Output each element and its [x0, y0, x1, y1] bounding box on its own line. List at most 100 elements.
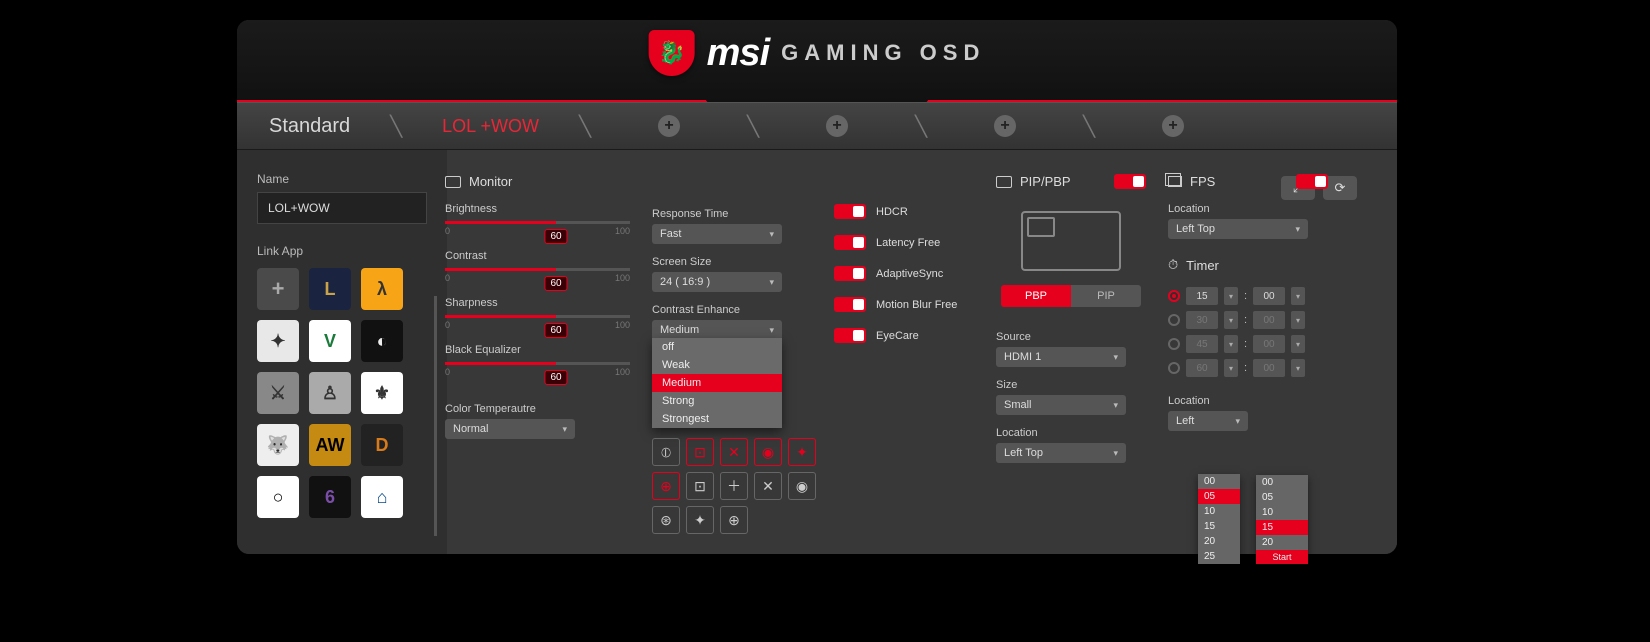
timer-radio[interactable] — [1168, 290, 1180, 302]
dropdown-option[interactable]: 25 — [1198, 549, 1240, 564]
crosshair-opt[interactable]: ⊡ — [686, 472, 714, 500]
dropdown-option[interactable]: 15 — [1198, 519, 1240, 534]
timer-radio[interactable] — [1168, 338, 1180, 350]
timer-start-button[interactable]: Start — [1256, 550, 1308, 564]
screen-size-select[interactable]: 24 ( 16:9 )▾ — [652, 272, 782, 292]
crosshair-opt[interactable]: ✦ — [788, 438, 816, 466]
timer-minutes[interactable]: 60 — [1186, 359, 1218, 377]
fps-toggle[interactable] — [1296, 174, 1328, 189]
pip-location-select[interactable]: Left Top▾ — [996, 443, 1126, 463]
app-icon[interactable]: ○ — [257, 476, 299, 518]
motion-blur-toggle[interactable] — [834, 297, 866, 312]
app-icon[interactable]: ⌂ — [361, 476, 403, 518]
crosshair-opt[interactable]: ⊛ — [652, 506, 680, 534]
chevron-down-icon[interactable]: ▾ — [1224, 359, 1238, 377]
tab-standard[interactable]: Standard — [237, 103, 382, 149]
reset-button[interactable]: ⟳ — [1323, 176, 1357, 200]
crosshair-none[interactable]: ⦶ — [652, 438, 680, 466]
dropdown-option[interactable]: Weak — [652, 356, 782, 374]
tab-add-3[interactable]: + — [935, 103, 1075, 149]
app-icon[interactable]: 🐺 — [257, 424, 299, 466]
brightness-slider[interactable]: Brightness 60 0100 — [445, 203, 630, 236]
chevron-down-icon[interactable]: ▾ — [1224, 311, 1238, 329]
scrollbar[interactable] — [434, 296, 437, 536]
dropdown-option[interactable]: 00 — [1256, 475, 1308, 490]
profile-name-input[interactable] — [257, 192, 427, 224]
timer-seconds[interactable]: 00 — [1253, 335, 1285, 353]
hdcr-toggle[interactable] — [834, 204, 866, 219]
sharpness-slider[interactable]: Sharpness 60 0100 — [445, 297, 630, 330]
fps-location-select[interactable]: Left Top▾ — [1168, 219, 1308, 239]
timer-seconds-dropdown[interactable]: 00 05 10 15 20 Start — [1256, 475, 1308, 564]
dropdown-option[interactable]: 10 — [1256, 505, 1308, 520]
app-icon[interactable]: ◐ — [361, 320, 403, 362]
crosshair-opt[interactable]: ✦ — [686, 506, 714, 534]
seg-pip[interactable]: PIP — [1071, 285, 1141, 307]
crosshair-opt[interactable]: ◉ — [754, 438, 782, 466]
app-icon[interactable]: ♙ — [309, 372, 351, 414]
timer-radio[interactable] — [1168, 314, 1180, 326]
add-app-button[interactable]: + — [257, 268, 299, 310]
tab-add-1[interactable]: + — [599, 103, 739, 149]
contrast-enhance-dropdown[interactable]: off Weak Medium Strong Strongest — [652, 338, 782, 428]
tab-add-2[interactable]: + — [767, 103, 907, 149]
timer-seconds[interactable]: 00 — [1253, 359, 1285, 377]
timer-minutes[interactable]: 15 — [1186, 287, 1218, 305]
contrast-enhance-select[interactable]: Medium▾ — [652, 320, 782, 340]
crosshair-opt[interactable]: ✕ — [720, 438, 748, 466]
pbp-pip-segment[interactable]: PBP PIP — [1001, 285, 1141, 307]
timer-seconds[interactable]: 00 — [1253, 287, 1285, 305]
chevron-down-icon[interactable]: ▾ — [1291, 287, 1305, 305]
dropdown-option-selected[interactable]: Medium — [652, 374, 782, 392]
dropdown-option[interactable]: 20 — [1256, 535, 1308, 550]
dropdown-option[interactable]: Strongest — [652, 410, 782, 428]
adaptive-sync-toggle[interactable] — [834, 266, 866, 281]
dropdown-option-selected[interactable]: 05 — [1198, 489, 1240, 504]
contrast-slider[interactable]: Contrast 60 0100 — [445, 250, 630, 283]
color-temp-select[interactable]: Normal▾ — [445, 419, 575, 439]
dropdown-option[interactable]: 05 — [1256, 490, 1308, 505]
pip-source-select[interactable]: HDMI 1▾ — [996, 347, 1126, 367]
chevron-down-icon[interactable]: ▾ — [1224, 287, 1238, 305]
response-time-select[interactable]: Fast▾ — [652, 224, 782, 244]
tab-add-4[interactable]: + — [1103, 103, 1243, 149]
latency-free-toggle[interactable] — [834, 235, 866, 250]
tab-active-profile[interactable]: LOL +WOW — [410, 103, 571, 149]
dropdown-option-selected[interactable]: 15 — [1256, 520, 1308, 535]
eyecare-toggle[interactable] — [834, 328, 866, 343]
pip-toggle[interactable] — [1114, 174, 1146, 189]
crosshair-opt[interactable]: ⊡ — [686, 438, 714, 466]
timer-minutes[interactable]: 45 — [1186, 335, 1218, 353]
app-icon[interactable]: D — [361, 424, 403, 466]
app-icon[interactable]: ✦ — [257, 320, 299, 362]
app-icon[interactable]: V — [309, 320, 351, 362]
dropdown-option[interactable]: 10 — [1198, 504, 1240, 519]
pip-layout-preview[interactable] — [1021, 211, 1121, 271]
chevron-down-icon[interactable]: ▾ — [1291, 335, 1305, 353]
timer-minutes[interactable]: 30 — [1186, 311, 1218, 329]
app-icon[interactable]: 6 — [309, 476, 351, 518]
timer-location-select[interactable]: Left▾ — [1168, 411, 1248, 431]
timer-radio[interactable] — [1168, 362, 1180, 374]
crosshair-opt[interactable]: ＋ — [720, 472, 748, 500]
dropdown-option[interactable]: 00 — [1198, 474, 1240, 489]
app-icon[interactable]: L — [309, 268, 351, 310]
chevron-down-icon[interactable]: ▾ — [1291, 311, 1305, 329]
app-icon[interactable]: λ — [361, 268, 403, 310]
chevron-down-icon[interactable]: ▾ — [1291, 359, 1305, 377]
dropdown-option[interactable]: off — [652, 338, 782, 356]
dropdown-option[interactable]: 20 — [1198, 534, 1240, 549]
timer-minutes-dropdown[interactable]: 00 05 10 15 20 25 — [1198, 474, 1240, 564]
chevron-down-icon[interactable]: ▾ — [1224, 335, 1238, 353]
app-icon[interactable]: ⚔ — [257, 372, 299, 414]
crosshair-opt[interactable]: ◉ — [788, 472, 816, 500]
timer-seconds[interactable]: 00 — [1253, 311, 1285, 329]
crosshair-opt[interactable]: ✕ — [754, 472, 782, 500]
black-equalizer-slider[interactable]: Black Equalizer 60 0100 — [445, 344, 630, 377]
app-icon[interactable]: ⚜ — [361, 372, 403, 414]
crosshair-opt[interactable]: ⊕ — [720, 506, 748, 534]
seg-pbp[interactable]: PBP — [1001, 285, 1071, 307]
dropdown-option[interactable]: Strong — [652, 392, 782, 410]
pip-size-select[interactable]: Small▾ — [996, 395, 1126, 415]
crosshair-opt[interactable]: ⊕ — [652, 472, 680, 500]
